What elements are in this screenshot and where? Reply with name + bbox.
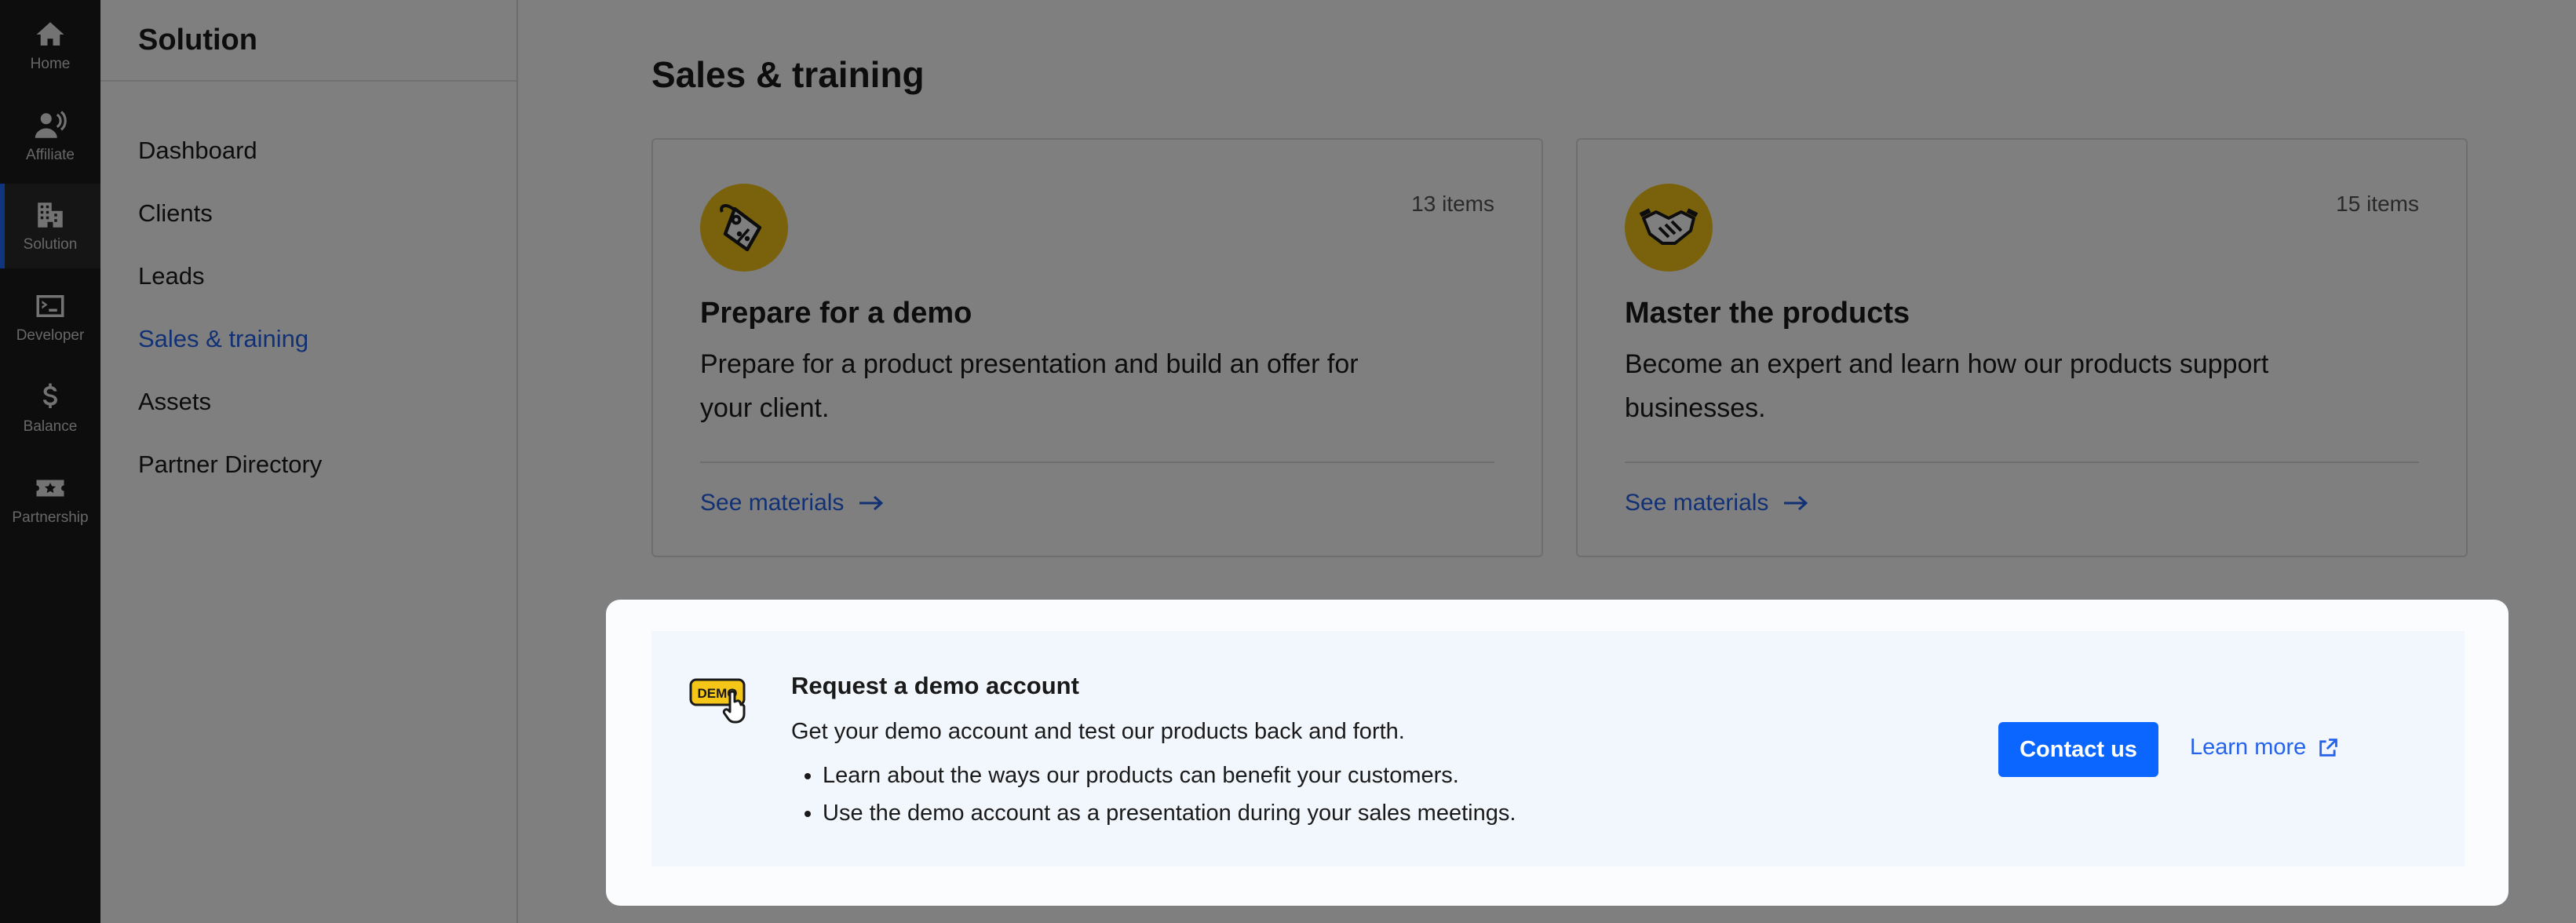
external-link-icon: [2319, 738, 2338, 757]
list-item: Use the demo account as a presentation d…: [823, 794, 1516, 832]
list-item: Learn about the ways our products can be…: [823, 757, 1516, 794]
learn-more-label: Learn more: [2190, 735, 2307, 760]
banner-description: Get your demo account and test our produ…: [791, 719, 1405, 744]
learn-more-link[interactable]: Learn more: [2190, 735, 2339, 761]
demo-account-banner: DEMO Request a demo account Get your dem…: [651, 631, 2465, 866]
spotlight-container: DEMO Request a demo account Get your dem…: [606, 600, 2508, 906]
demo-icon: DEMO: [689, 678, 746, 724]
contact-us-button[interactable]: Contact us: [1998, 722, 2158, 777]
banner-title: Request a demo account: [791, 672, 1079, 699]
banner-bullets: Learn about the ways our products can be…: [791, 757, 1516, 832]
